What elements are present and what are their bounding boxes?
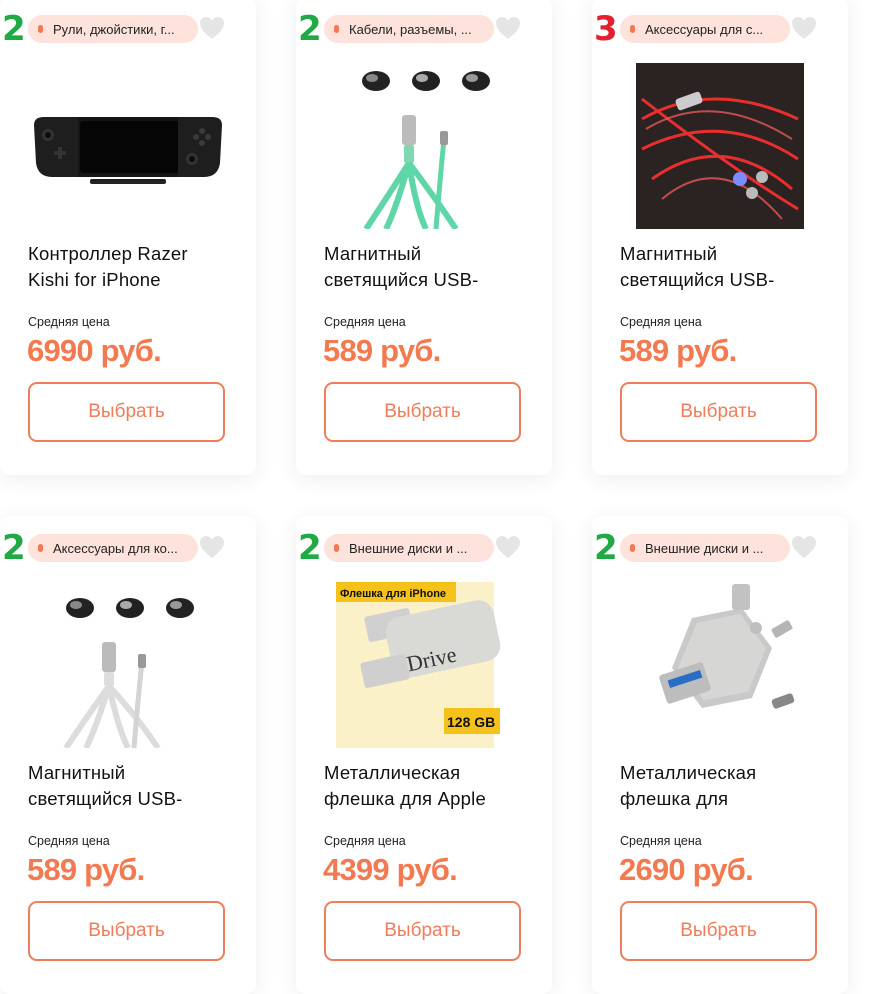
dot-icon — [38, 25, 43, 33]
heart-icon[interactable] — [198, 534, 226, 560]
select-button[interactable]: Выбрать — [620, 901, 817, 961]
select-button[interactable]: Выбрать — [620, 382, 817, 442]
price-value: 4399 руб. — [323, 852, 458, 887]
product-card[interactable]: 2 Внешние диски и ... Металлическая флеш… — [592, 516, 848, 994]
select-button[interactable]: Выбрать — [324, 382, 521, 442]
heart-icon[interactable] — [790, 15, 818, 41]
category-tag[interactable]: Внешние диски и ... — [324, 534, 494, 562]
price-label: Средняя цена — [324, 834, 406, 848]
category-tag[interactable]: Аксессуары для ко... — [28, 534, 198, 562]
product-card[interactable]: 2 Рули, джойстики, г... Контроллер Razer… — [0, 0, 256, 475]
price-value: 589 руб. — [619, 333, 737, 368]
dot-icon — [334, 25, 339, 33]
heart-icon[interactable] — [494, 15, 522, 41]
rank-number: 3 — [594, 9, 618, 49]
rank-number: 2 — [2, 528, 26, 568]
rank-number: 2 — [298, 528, 322, 568]
heart-icon[interactable] — [790, 534, 818, 560]
product-title[interactable]: Металлическая флешка для — [620, 760, 825, 812]
heart-icon[interactable] — [198, 15, 226, 41]
select-button[interactable]: Выбрать — [324, 901, 521, 961]
svg-text:Флешка для iPhone: Флешка для iPhone — [340, 588, 446, 600]
select-button[interactable]: Выбрать — [28, 382, 225, 442]
dot-icon — [334, 544, 339, 552]
product-title[interactable]: Магнитный светящийся USB- — [28, 760, 233, 812]
category-tag[interactable]: Аксессуары для с... — [620, 15, 790, 43]
price-label: Средняя цена — [28, 834, 110, 848]
magnetic-cable-image — [362, 71, 490, 229]
category-tag[interactable]: Кабели, разъемы, ... — [324, 15, 494, 43]
product-title[interactable]: Магнитный светящийся USB- — [324, 241, 529, 293]
game-controller-image — [34, 117, 222, 184]
rank-number: 2 — [594, 528, 618, 568]
price-label: Средняя цена — [28, 315, 110, 329]
product-card[interactable]: 2 Кабели, разъемы, ... Магнитный светящи… — [296, 0, 552, 475]
category-label: Внешние диски и ... — [645, 540, 764, 556]
product-title[interactable]: Металлическая флешка для Apple — [324, 760, 529, 812]
price-value: 589 руб. — [27, 852, 145, 887]
glowing-cable-image — [636, 63, 804, 229]
price-value: 6990 руб. — [27, 333, 162, 368]
category-label: Аксессуары для ко... — [53, 540, 178, 556]
price-label: Средняя цена — [620, 315, 702, 329]
price-label: Средняя цена — [620, 834, 702, 848]
heart-icon[interactable] — [494, 534, 522, 560]
rank-number: 2 — [298, 9, 322, 49]
product-title[interactable]: Контроллер Razer Kishi for iPhone — [28, 241, 233, 293]
usb-flash-drive-image: Флешка для iPhone iDrive 128 GB — [336, 582, 501, 748]
category-label: Внешние диски и ... — [349, 540, 468, 556]
product-card[interactable]: 3 Аксессуары для с... Магнитный светящий… — [592, 0, 848, 475]
price-value: 589 руб. — [323, 333, 441, 368]
magnetic-cable-image — [63, 598, 194, 748]
category-tag[interactable]: Внешние диски и ... — [620, 534, 790, 562]
dot-icon — [630, 544, 635, 552]
product-title[interactable]: Магнитный светящийся USB- — [620, 241, 825, 293]
svg-text:128 GB: 128 GB — [447, 714, 495, 730]
product-card[interactable]: 2 Аксессуары для ко... Магнитный светящи… — [0, 516, 256, 994]
category-label: Аксессуары для с... — [645, 21, 764, 37]
category-label: Кабели, разъемы, ... — [349, 21, 472, 37]
category-label: Рули, джойстики, г... — [53, 21, 175, 37]
price-value: 2690 руб. — [619, 852, 754, 887]
category-tag[interactable]: Рули, джойстики, г... — [28, 15, 198, 43]
dot-icon — [38, 544, 43, 552]
rank-number: 2 — [2, 9, 26, 49]
dot-icon — [630, 25, 635, 33]
price-label: Средняя цена — [324, 315, 406, 329]
otg-flash-drive-image — [659, 584, 795, 709]
product-card[interactable]: 2 Внешние диски и ... Флешка для iPhone … — [296, 516, 552, 994]
select-button[interactable]: Выбрать — [28, 901, 225, 961]
